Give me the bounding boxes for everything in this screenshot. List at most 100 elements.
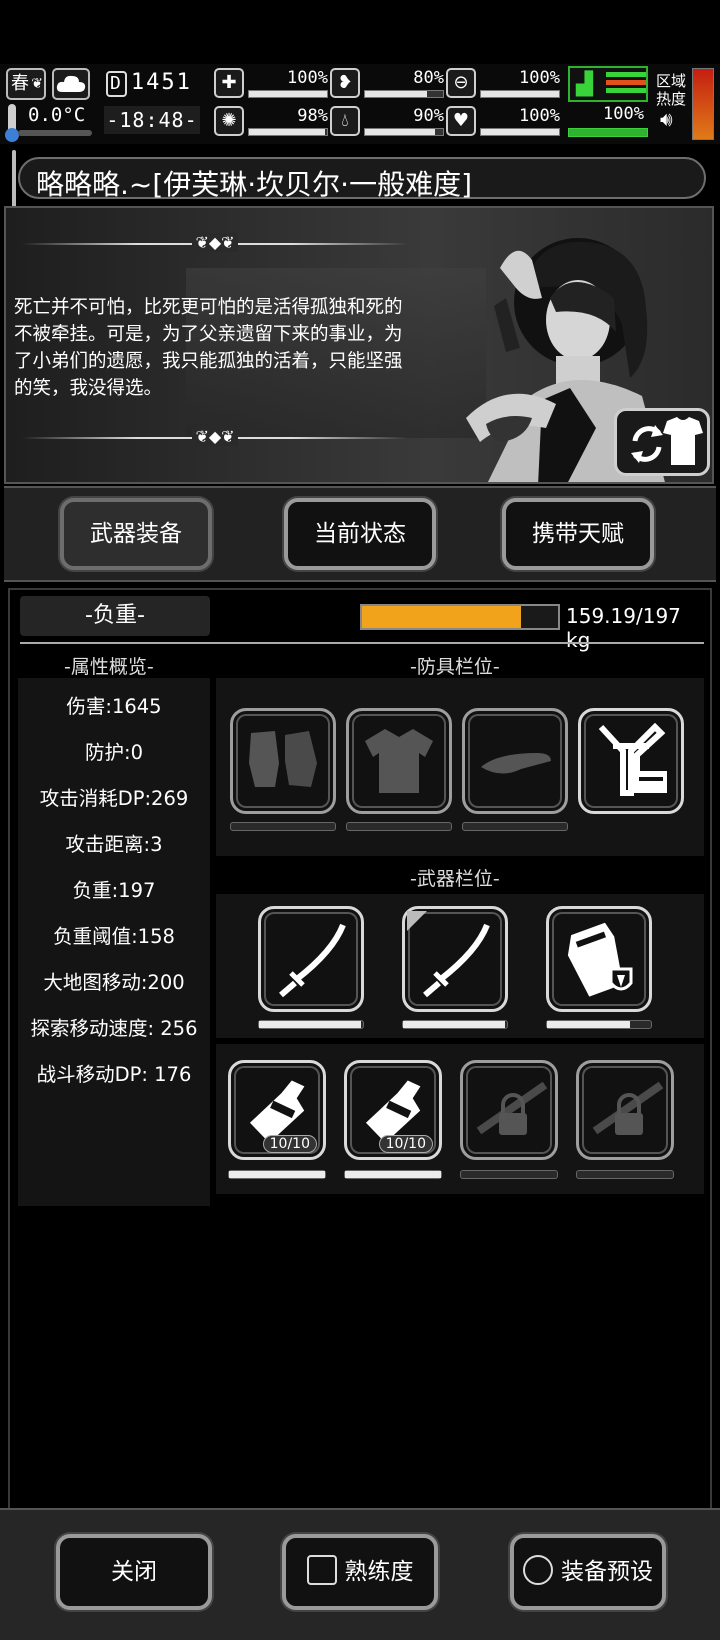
water-drop-icon: 💧︎ bbox=[330, 106, 360, 136]
tab-current-status[interactable]: 当前状态 bbox=[284, 498, 436, 570]
tab-bar: 武器装备 当前状态 携带天赋 bbox=[4, 486, 716, 582]
status-hud: 春 ❦ 0.0°C D 1451 -18:48- ✚ 100% ❥ 80% ⊖ 1… bbox=[0, 64, 720, 144]
armor-slot-shirt[interactable] bbox=[346, 708, 452, 814]
season-label: 春 bbox=[11, 73, 29, 94]
cap-icon bbox=[481, 753, 551, 774]
character-title-bar: 略略略.~[伊芙琳·坎贝尔·一般难度] bbox=[18, 157, 706, 201]
stomach-icon: ❥ bbox=[330, 68, 360, 98]
armor-slot-backpack[interactable] bbox=[578, 708, 684, 814]
stat-health[interactable]: ✚ 100% bbox=[214, 68, 332, 100]
bottom-action-bar: 关闭 熟练度 装备预设 bbox=[0, 1508, 720, 1640]
zone-heat-label: 区域 热度 🔊︎ bbox=[656, 72, 687, 129]
weapon-slot-1[interactable] bbox=[258, 906, 364, 1012]
temperature-readout: 0.0°C bbox=[28, 104, 86, 126]
speaker-icon[interactable]: 🔊︎ bbox=[660, 109, 686, 129]
stat-thirst-bar bbox=[364, 128, 444, 136]
stat-mind[interactable]: ✺ 98% bbox=[214, 106, 332, 138]
load-bar bbox=[360, 604, 560, 630]
armor-slots-panel bbox=[216, 678, 704, 856]
clock: -18:48- bbox=[104, 106, 200, 134]
item-slot-2[interactable]: 10/10 bbox=[344, 1060, 442, 1160]
divider bbox=[20, 642, 704, 644]
ornament-divider-bottom: ❦◆❦ bbox=[22, 427, 408, 448]
item-slot-1-bar bbox=[228, 1170, 326, 1179]
stamina-lines bbox=[606, 72, 646, 96]
stat-hunger[interactable]: ❥ 80% bbox=[330, 68, 448, 100]
item-slot-4-bar bbox=[576, 1170, 674, 1179]
leaf-icon: ❦ bbox=[31, 76, 43, 92]
toilet-icon: ⊖ bbox=[446, 68, 476, 98]
attributes-list: 伤害:1645 防护:0 攻击消耗DP:269 攻击距离:3 负重:197 负重… bbox=[18, 678, 210, 1206]
load-value: 159.19/197 kg bbox=[566, 604, 681, 652]
item-slot-1[interactable]: 10/10 bbox=[228, 1060, 326, 1160]
stat-mood-value: 100% bbox=[519, 106, 560, 126]
ornament-divider-top: ❦◆❦ bbox=[22, 233, 408, 254]
stat-bladder-value: 100% bbox=[519, 68, 560, 88]
character-title: 略略略.~[伊芙琳·坎贝尔·一般难度] bbox=[36, 168, 473, 201]
stat-mood-bar bbox=[480, 128, 560, 136]
day-icon: D bbox=[106, 71, 127, 97]
item-slots-panel: 10/10 10/10 bbox=[216, 1044, 704, 1194]
attr-explore-speed: 探索移动速度: 256 bbox=[30, 1017, 198, 1040]
item-slot-4-locked[interactable] bbox=[576, 1060, 674, 1160]
equipment-panel: -负重- 159.19/197 kg -属性概览- -防具栏位- 伤害:1645… bbox=[8, 588, 712, 1510]
equipment-preset-button[interactable]: 装备预设 bbox=[510, 1534, 666, 1610]
gloves-icon bbox=[249, 731, 317, 787]
stat-thirst[interactable]: 💧︎ 90% bbox=[330, 106, 448, 138]
locked-slot-icon bbox=[476, 1081, 548, 1135]
item-slot-2-bar bbox=[344, 1170, 442, 1179]
cloud-icon[interactable] bbox=[52, 68, 90, 100]
attr-attack-dp-cost: 攻击消耗DP:269 bbox=[39, 787, 189, 810]
weapon-slots-panel bbox=[216, 894, 704, 1038]
character-story-panel: ❦◆❦ 死亡并不可怕，比死更可怕的是活得孤独和死的不被牵挂。可是，为了父亲遗留下… bbox=[4, 206, 714, 484]
attr-load: 负重:197 bbox=[72, 879, 156, 902]
tab-carried-talents[interactable]: 携带天赋 bbox=[502, 498, 654, 570]
stamina-widget[interactable]: ▟ 100% bbox=[568, 66, 648, 138]
equipment-preset-label: 装备预设 bbox=[561, 1559, 653, 1585]
proficiency-button-label: 熟练度 bbox=[344, 1559, 414, 1585]
medkit-icon: ✚ bbox=[214, 68, 244, 98]
proficiency-icon bbox=[306, 1554, 337, 1585]
character-quote: 死亡并不可怕，比死更可怕的是活得孤独和死的不被牵挂。可是，为了父亲遗留下来的事业… bbox=[14, 297, 403, 399]
katana-icon bbox=[279, 923, 346, 997]
armor-slot-gloves-bar bbox=[230, 822, 336, 831]
proficiency-button[interactable]: 熟练度 bbox=[282, 1534, 438, 1610]
katana-icon bbox=[423, 923, 490, 997]
attributes-heading: -属性概览- bbox=[64, 656, 154, 678]
heart-icon: ♥ bbox=[446, 106, 476, 136]
attr-defense: 防护:0 bbox=[85, 741, 143, 764]
weapon-slot-3[interactable] bbox=[546, 906, 652, 1012]
preset-icon bbox=[523, 1554, 553, 1585]
brain-icon: ✺ bbox=[214, 106, 244, 136]
weapon-slot-1-durability bbox=[258, 1020, 364, 1029]
thermometer-icon bbox=[5, 104, 19, 142]
scrollbar[interactable] bbox=[12, 150, 16, 210]
weapon-slot-2[interactable] bbox=[402, 906, 508, 1012]
day-value: 1451 bbox=[130, 70, 192, 95]
zone-heat-gauge bbox=[692, 68, 714, 140]
temperature-bar bbox=[18, 130, 92, 136]
weapon-slot-2-durability bbox=[402, 1020, 508, 1029]
weapon-slots-heading: -武器栏位- bbox=[410, 868, 500, 890]
close-button[interactable]: 关闭 bbox=[56, 1534, 212, 1610]
zone-heat-text: 区域 热度 bbox=[656, 72, 687, 108]
stat-mood[interactable]: ♥ 100% bbox=[446, 106, 564, 138]
locked-slot-icon bbox=[592, 1081, 664, 1135]
change-outfit-button[interactable] bbox=[614, 408, 710, 476]
stamina-value: 100% bbox=[603, 104, 644, 124]
shield-pack-icon bbox=[567, 922, 633, 997]
tab-weapons-equipment[interactable]: 武器装备 bbox=[60, 498, 212, 570]
season-badge[interactable]: 春 ❦ bbox=[6, 68, 46, 100]
swap-outfit-icon bbox=[631, 417, 703, 465]
item-slot-3-locked[interactable] bbox=[460, 1060, 558, 1160]
stat-hunger-value: 80% bbox=[413, 68, 444, 88]
attr-combat-move-dp: 战斗移动DP: 176 bbox=[36, 1063, 192, 1086]
attr-load-threshold: 负重阈值:158 bbox=[53, 925, 175, 948]
stat-bladder-bar bbox=[480, 90, 560, 98]
attr-world-map-move: 大地图移动:200 bbox=[43, 971, 185, 994]
armor-slot-gloves[interactable] bbox=[230, 708, 336, 814]
stat-bladder[interactable]: ⊖ 100% bbox=[446, 68, 564, 100]
close-button-label: 关闭 bbox=[111, 1559, 157, 1585]
armor-slot-head[interactable] bbox=[462, 708, 568, 814]
shirt-icon bbox=[365, 729, 433, 793]
